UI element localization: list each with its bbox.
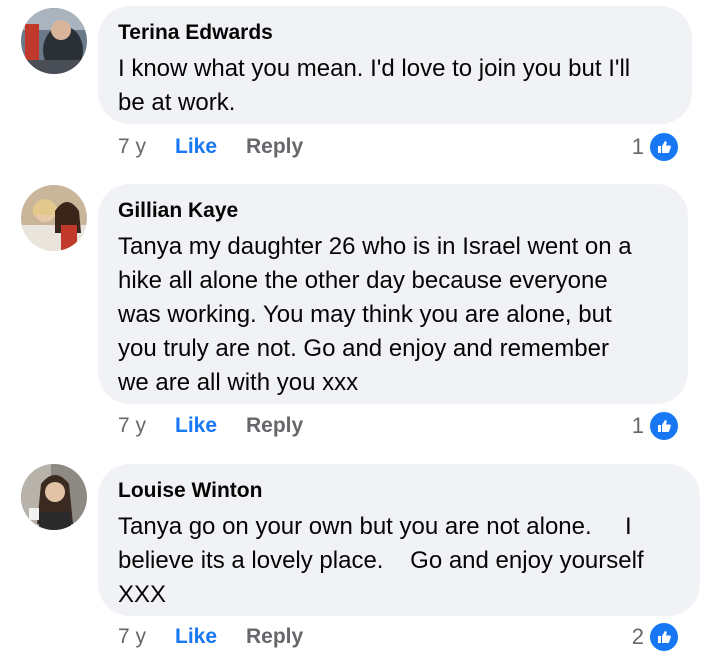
avatar[interactable] <box>21 185 87 251</box>
comment-actions: 7 y Like Reply 1 <box>118 410 700 442</box>
like-button[interactable]: Like <box>175 411 217 441</box>
comment-author[interactable]: Louise Winton <box>118 478 680 504</box>
reaction-summary[interactable]: 1 <box>631 131 680 163</box>
comment-text: Tanya my daughter 26 who is in Israel we… <box>118 233 632 396</box>
thumbs-up-icon <box>648 621 680 653</box>
comment-bubble: Gillian Kaye Tanya my daughter 26 who is… <box>98 184 688 404</box>
reaction-count: 1 <box>631 134 644 159</box>
comment-age[interactable]: 7 y <box>118 622 146 652</box>
reaction-count: 2 <box>631 624 644 649</box>
comment-bubble: Terina Edwards I know what you mean. I'd… <box>98 6 692 124</box>
comment-author[interactable]: Terina Edwards <box>118 20 672 46</box>
like-button[interactable]: Like <box>175 622 217 652</box>
comment-bubble: Louise Winton Tanya go on your own but y… <box>98 464 700 616</box>
reaction-summary[interactable]: 1 <box>631 410 680 442</box>
thumbs-up-icon <box>648 410 680 442</box>
comment-actions: 7 y Like Reply 2 <box>118 621 700 653</box>
like-button[interactable]: Like <box>175 132 217 162</box>
comment-age[interactable]: 7 y <box>118 132 146 162</box>
reply-button[interactable]: Reply <box>246 411 303 441</box>
avatar[interactable] <box>21 464 87 530</box>
reply-button[interactable]: Reply <box>246 622 303 652</box>
avatar[interactable] <box>21 8 87 74</box>
comment-actions: 7 y Like Reply 1 <box>118 131 700 163</box>
reaction-count: 1 <box>631 413 644 438</box>
comment-author[interactable]: Gillian Kaye <box>118 198 668 224</box>
reply-button[interactable]: Reply <box>246 132 303 162</box>
thumbs-up-icon <box>648 131 680 163</box>
comment-text: I know what you mean. I'd love to join y… <box>118 55 631 116</box>
comment-age[interactable]: 7 y <box>118 411 146 441</box>
comment-text: Tanya go on your own but you are not alo… <box>118 513 644 608</box>
reaction-summary[interactable]: 2 <box>631 621 680 653</box>
